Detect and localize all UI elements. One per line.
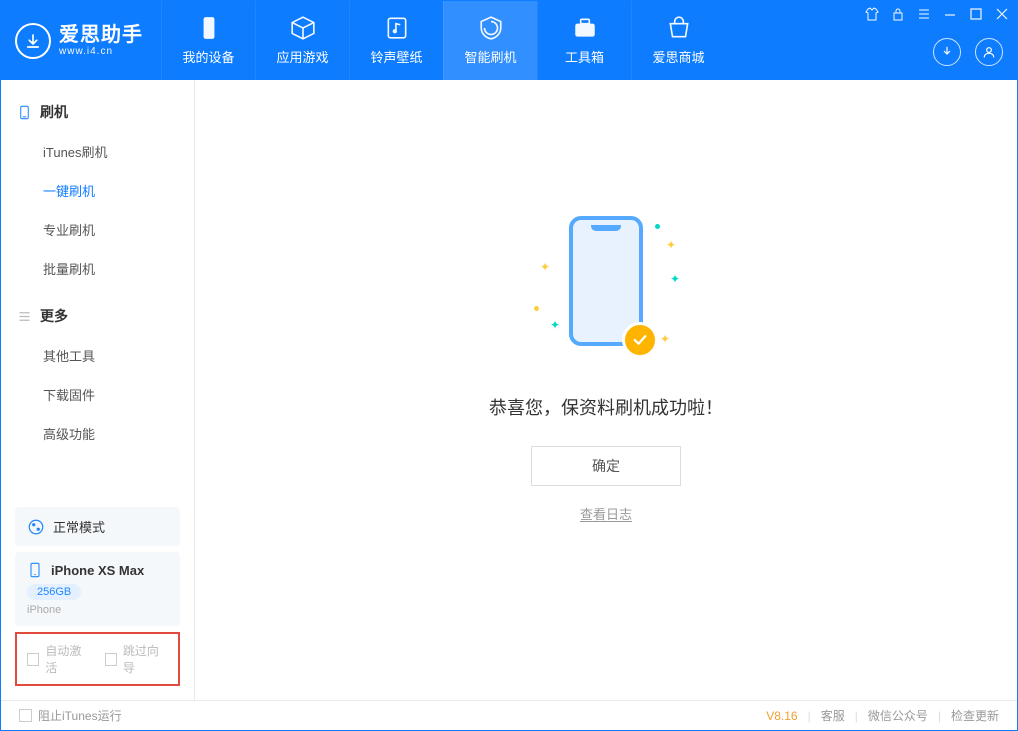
checkbox-auto-activate[interactable]: 自动激活	[27, 642, 91, 676]
checkbox-icon	[19, 709, 32, 722]
device-icon	[196, 15, 222, 41]
tab-label: 爱思商城	[652, 47, 704, 66]
footer-link-update[interactable]: 检查更新	[951, 707, 999, 724]
app-name: 爱思助手	[59, 24, 143, 46]
logo-icon	[15, 23, 51, 59]
close-icon[interactable]	[995, 7, 1009, 21]
tab-label: 应用游戏	[276, 47, 328, 66]
device-info-card[interactable]: iPhone XS Max 256GB iPhone	[15, 552, 180, 626]
options-highlight-box: 自动激活 跳过向导	[15, 632, 180, 686]
chk-label: 跳过向导	[123, 642, 168, 676]
device-icon	[27, 562, 43, 578]
note-icon	[384, 15, 410, 41]
sidebar-item-download-firmware[interactable]: 下载固件	[1, 375, 194, 414]
check-icon	[631, 331, 649, 349]
download-button[interactable]	[933, 38, 961, 66]
toolbox-icon	[572, 15, 598, 41]
success-message: 恭喜您，保资料刷机成功啦！	[489, 394, 723, 420]
user-button[interactable]	[975, 38, 1003, 66]
menu-icon[interactable]	[917, 7, 931, 21]
sidebar: 刷机 iTunes刷机 一键刷机 专业刷机 批量刷机 更多 其他工具 下载固件 …	[1, 80, 195, 700]
sidebar-item-oneclick-flash[interactable]: 一键刷机	[1, 171, 194, 210]
checkbox-icon	[27, 653, 39, 666]
checkbox-icon	[105, 653, 117, 666]
tab-label: 我的设备	[182, 47, 234, 66]
tab-smart-flash[interactable]: 智能刷机	[443, 1, 537, 80]
success-illustration: ✦ ✦ ✦ ✦ ✦	[526, 216, 686, 376]
sidebar-item-itunes-flash[interactable]: iTunes刷机	[1, 132, 194, 171]
device-type: iPhone	[27, 604, 168, 616]
checkbox-skip-guide[interactable]: 跳过向导	[105, 642, 169, 676]
lock-icon[interactable]	[891, 7, 905, 21]
checkbox-prevent-itunes[interactable]: 阻止iTunes运行	[19, 707, 122, 724]
main-content: ✦ ✦ ✦ ✦ ✦ 恭喜您，保资料刷机成功啦！ 确定 查看日志	[195, 80, 1017, 700]
sidebar-item-batch-flash[interactable]: 批量刷机	[1, 249, 194, 288]
device-mode-card[interactable]: 正常模式	[15, 507, 180, 546]
shield-icon	[478, 15, 504, 41]
ok-button[interactable]: 确定	[531, 446, 681, 486]
phone-icon	[17, 105, 32, 120]
maximize-icon[interactable]	[969, 7, 983, 21]
sidebar-group-flash: 刷机	[1, 92, 194, 132]
storage-badge: 256GB	[27, 584, 81, 600]
nav-tabs: 我的设备 应用游戏 铃声壁纸 智能刷机 工具箱 爱思商城	[161, 1, 725, 80]
sidebar-item-other-tools[interactable]: 其他工具	[1, 336, 194, 375]
tab-label: 铃声壁纸	[370, 47, 422, 66]
group-title: 刷机	[40, 102, 68, 122]
app-domain: www.i4.cn	[59, 46, 143, 57]
logo-area: 爱思助手 www.i4.cn	[1, 1, 161, 80]
tab-store[interactable]: 爱思商城	[631, 1, 725, 80]
window-controls	[865, 7, 1009, 21]
tab-label: 智能刷机	[464, 47, 516, 66]
tab-toolbox[interactable]: 工具箱	[537, 1, 631, 80]
view-log-link[interactable]: 查看日志	[580, 507, 632, 522]
sidebar-group-more: 更多	[1, 296, 194, 336]
device-name: iPhone XS Max	[51, 563, 144, 578]
tab-my-device[interactable]: 我的设备	[161, 1, 255, 80]
chk-label: 自动激活	[45, 642, 90, 676]
minimize-icon[interactable]	[943, 7, 957, 21]
footer-link-support[interactable]: 客服	[821, 707, 845, 724]
tab-label: 工具箱	[565, 47, 604, 66]
sidebar-item-advanced[interactable]: 高级功能	[1, 414, 194, 453]
status-bar: 阻止iTunes运行 V8.16 | 客服 | 微信公众号 | 检查更新	[1, 700, 1017, 730]
status-icon	[27, 518, 45, 536]
footer-link-wechat[interactable]: 微信公众号	[868, 707, 928, 724]
shirt-icon[interactable]	[865, 7, 879, 21]
list-icon	[17, 309, 32, 324]
group-title: 更多	[40, 306, 68, 326]
cube-icon	[290, 15, 316, 41]
tab-apps-games[interactable]: 应用游戏	[255, 1, 349, 80]
app-header: 爱思助手 www.i4.cn 我的设备 应用游戏 铃声壁纸 智能刷机	[1, 1, 1017, 80]
version-label: V8.16	[766, 709, 797, 723]
store-icon	[666, 15, 692, 41]
tab-ringtone-wallpaper[interactable]: 铃声壁纸	[349, 1, 443, 80]
mode-label: 正常模式	[53, 517, 105, 536]
sidebar-item-pro-flash[interactable]: 专业刷机	[1, 210, 194, 249]
chk-label: 阻止iTunes运行	[38, 707, 122, 724]
